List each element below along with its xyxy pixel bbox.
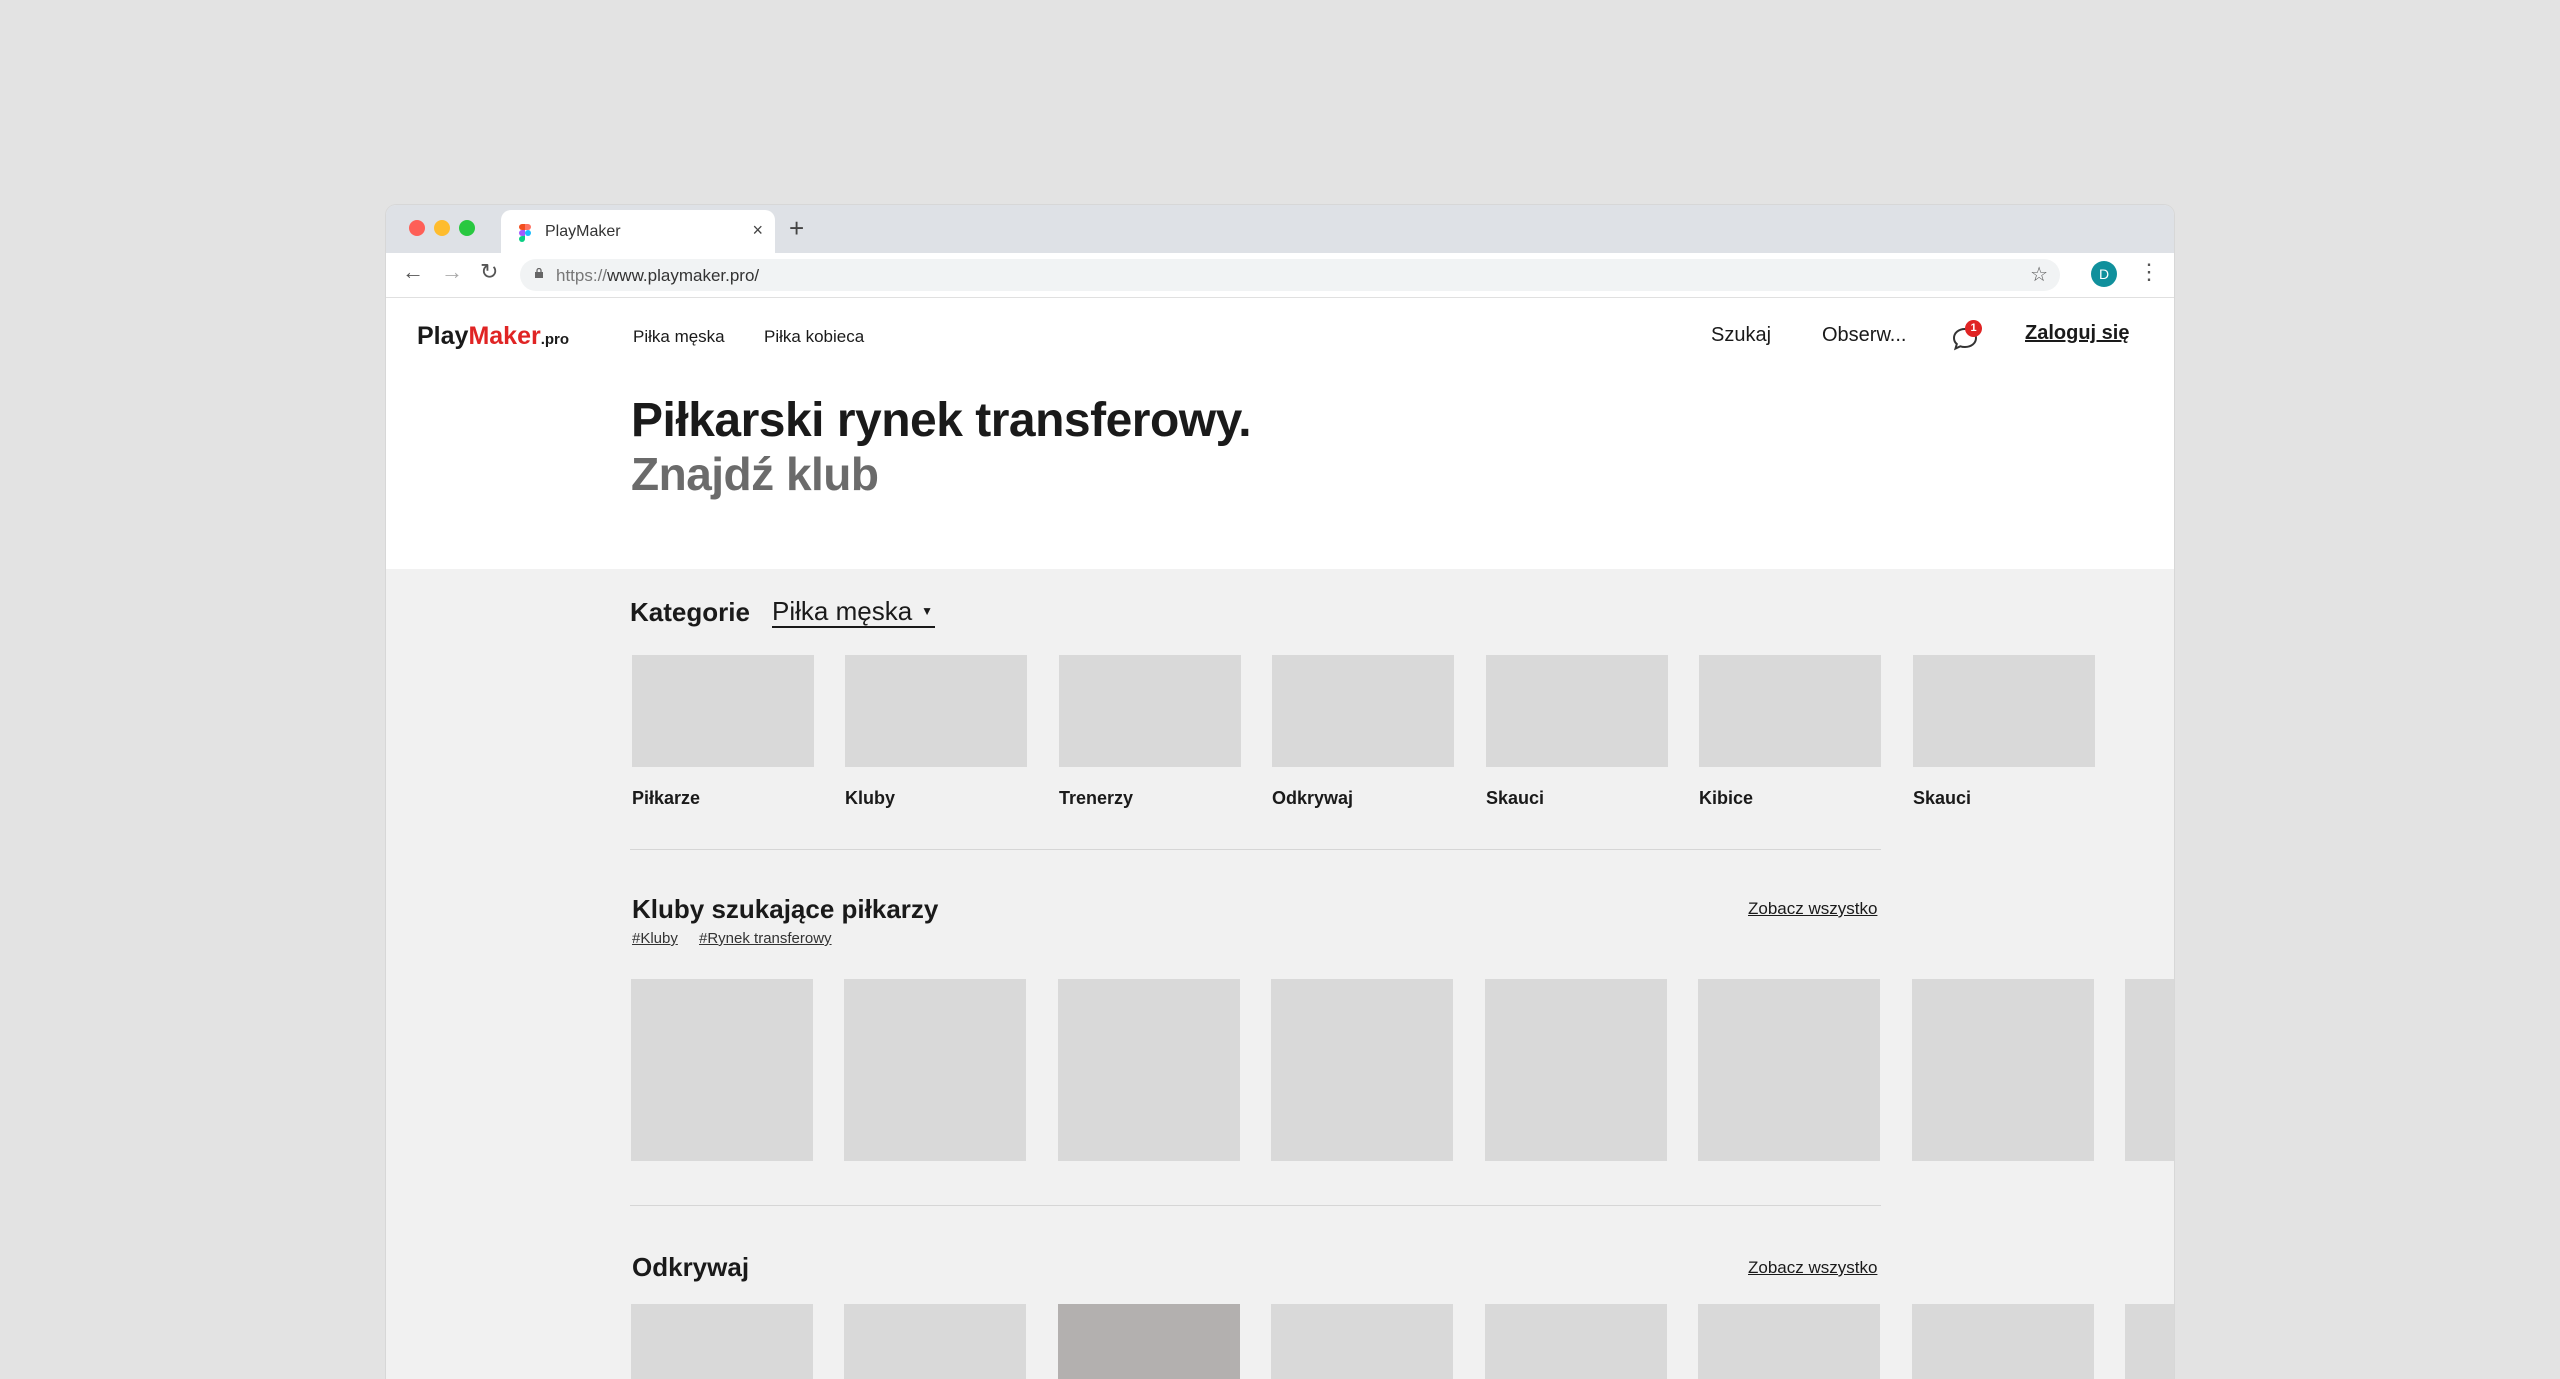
minimize-window-button[interactable] [434, 220, 450, 236]
category-label[interactable]: Trenerzy [1059, 788, 1133, 809]
category-tile[interactable] [1699, 655, 1881, 767]
browser-window: PlayMaker × + ← → ↻ https://www.playmake… [386, 205, 2174, 1379]
club-card[interactable] [844, 979, 1026, 1161]
tag-link-kluby[interactable]: #Kluby [632, 930, 678, 947]
discover-card[interactable] [1912, 1304, 2094, 1379]
browser-tab[interactable]: PlayMaker × [501, 210, 775, 253]
browser-toolbar: ← → ↻ https://www.playmaker.pro/ ☆ D ⋮ [386, 253, 2174, 298]
category-label[interactable]: Piłkarze [632, 788, 700, 809]
page-subtitle: Znajdź klub [631, 448, 879, 500]
close-tab-icon[interactable]: × [752, 220, 763, 241]
figma-favicon-icon [519, 224, 531, 242]
site-header: PlayMaker.pro Piłka męska Piłka kobieca … [386, 298, 2174, 569]
discover-card[interactable] [844, 1304, 1026, 1379]
discover-card[interactable] [631, 1304, 813, 1379]
login-link[interactable]: Zaloguj się [2025, 322, 2129, 345]
section-divider [630, 849, 1881, 850]
category-label[interactable]: Kibice [1699, 788, 1753, 809]
watchlist-link[interactable]: Obserw... [1822, 324, 1906, 347]
url-text: https://www.playmaker.pro/ [556, 266, 760, 285]
site-logo[interactable]: PlayMaker.pro [417, 322, 569, 351]
discover-see-all-link[interactable]: Zobacz wszystko [1748, 1258, 1877, 1278]
tab-bar: PlayMaker × + [386, 205, 2174, 253]
search-link[interactable]: Szukaj [1711, 324, 1771, 347]
page-title: Piłkarski rynek transferowy. [631, 394, 1252, 447]
reload-icon[interactable]: ↻ [480, 259, 498, 285]
notification-badge: 1 [1965, 320, 1982, 337]
discover-section-title: Odkrywaj [632, 1252, 750, 1282]
category-label[interactable]: Kluby [845, 788, 895, 809]
category-label[interactable]: Skauci [1913, 788, 1971, 809]
category-label[interactable]: Odkrywaj [1272, 788, 1353, 809]
club-card[interactable] [1058, 979, 1240, 1161]
discover-card[interactable] [1271, 1304, 1453, 1379]
category-tile[interactable] [1486, 655, 1668, 767]
category-tile[interactable] [1913, 655, 2095, 767]
category-tile[interactable] [1059, 655, 1241, 767]
caret-down-icon: ▼ [921, 604, 933, 618]
bookmark-star-icon[interactable]: ☆ [2030, 262, 2048, 287]
club-card[interactable] [1271, 979, 1453, 1161]
browser-menu-icon[interactable]: ⋮ [2138, 259, 2160, 285]
categories-label: Kategorie [630, 597, 750, 627]
new-tab-icon[interactable]: + [789, 213, 804, 244]
discover-card[interactable] [1058, 1304, 1240, 1379]
discover-card[interactable] [1698, 1304, 1880, 1379]
profile-avatar[interactable]: D [2091, 261, 2117, 287]
back-icon[interactable]: ← [402, 259, 424, 285]
clubs-section-title: Kluby szukające piłkarzy [632, 894, 939, 924]
maximize-window-button[interactable] [459, 220, 475, 236]
section-divider [630, 1205, 1881, 1206]
club-card[interactable] [2125, 979, 2174, 1161]
discover-card[interactable] [2125, 1304, 2174, 1379]
close-window-button[interactable] [409, 220, 425, 236]
forward-icon[interactable]: → [441, 259, 463, 285]
club-card[interactable] [631, 979, 813, 1161]
club-card[interactable] [1698, 979, 1880, 1161]
category-label[interactable]: Skauci [1486, 788, 1544, 809]
nav-link-pilka-meska[interactable]: Piłka męska [633, 327, 725, 347]
discover-card[interactable] [1485, 1304, 1667, 1379]
category-tile[interactable] [1272, 655, 1454, 767]
address-bar[interactable]: https://www.playmaker.pro/ ☆ [520, 259, 2060, 291]
category-tile[interactable] [632, 655, 814, 767]
page-content: PlayMaker.pro Piłka męska Piłka kobieca … [386, 298, 2174, 1379]
lock-icon [535, 268, 543, 278]
tab-title: PlayMaker [545, 223, 621, 240]
club-card[interactable] [1912, 979, 2094, 1161]
category-tile[interactable] [845, 655, 1027, 767]
clubs-see-all-link[interactable]: Zobacz wszystko [1748, 899, 1877, 919]
nav-link-pilka-kobieca[interactable]: Piłka kobieca [764, 327, 864, 347]
category-select[interactable]: Piłka męska ▼ [772, 596, 935, 628]
tag-link-rynek-transferowy[interactable]: #Rynek transferowy [699, 930, 832, 947]
club-card[interactable] [1485, 979, 1667, 1161]
